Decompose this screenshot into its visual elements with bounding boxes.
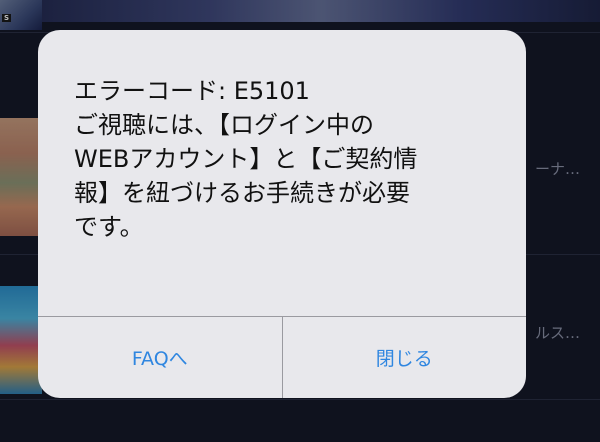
faq-button[interactable]: FAQへ (38, 317, 283, 398)
screen: S ーナ… ルス… エラーコード: E5101 ご視聴には、【ログイン中の WE… (0, 0, 600, 442)
error-alert-dialog: エラーコード: E5101 ご視聴には、【ログイン中の WEBアカウント】と【ご… (38, 30, 526, 398)
alert-body: エラーコード: E5101 ご視聴には、【ログイン中の WEBアカウント】と【ご… (38, 30, 526, 318)
alert-message: エラーコード: E5101 ご視聴には、【ログイン中の WEBアカウント】と【ご… (74, 77, 418, 241)
close-button[interactable]: 閉じる (283, 317, 527, 398)
alert-actions: FAQへ 閉じる (38, 316, 526, 398)
